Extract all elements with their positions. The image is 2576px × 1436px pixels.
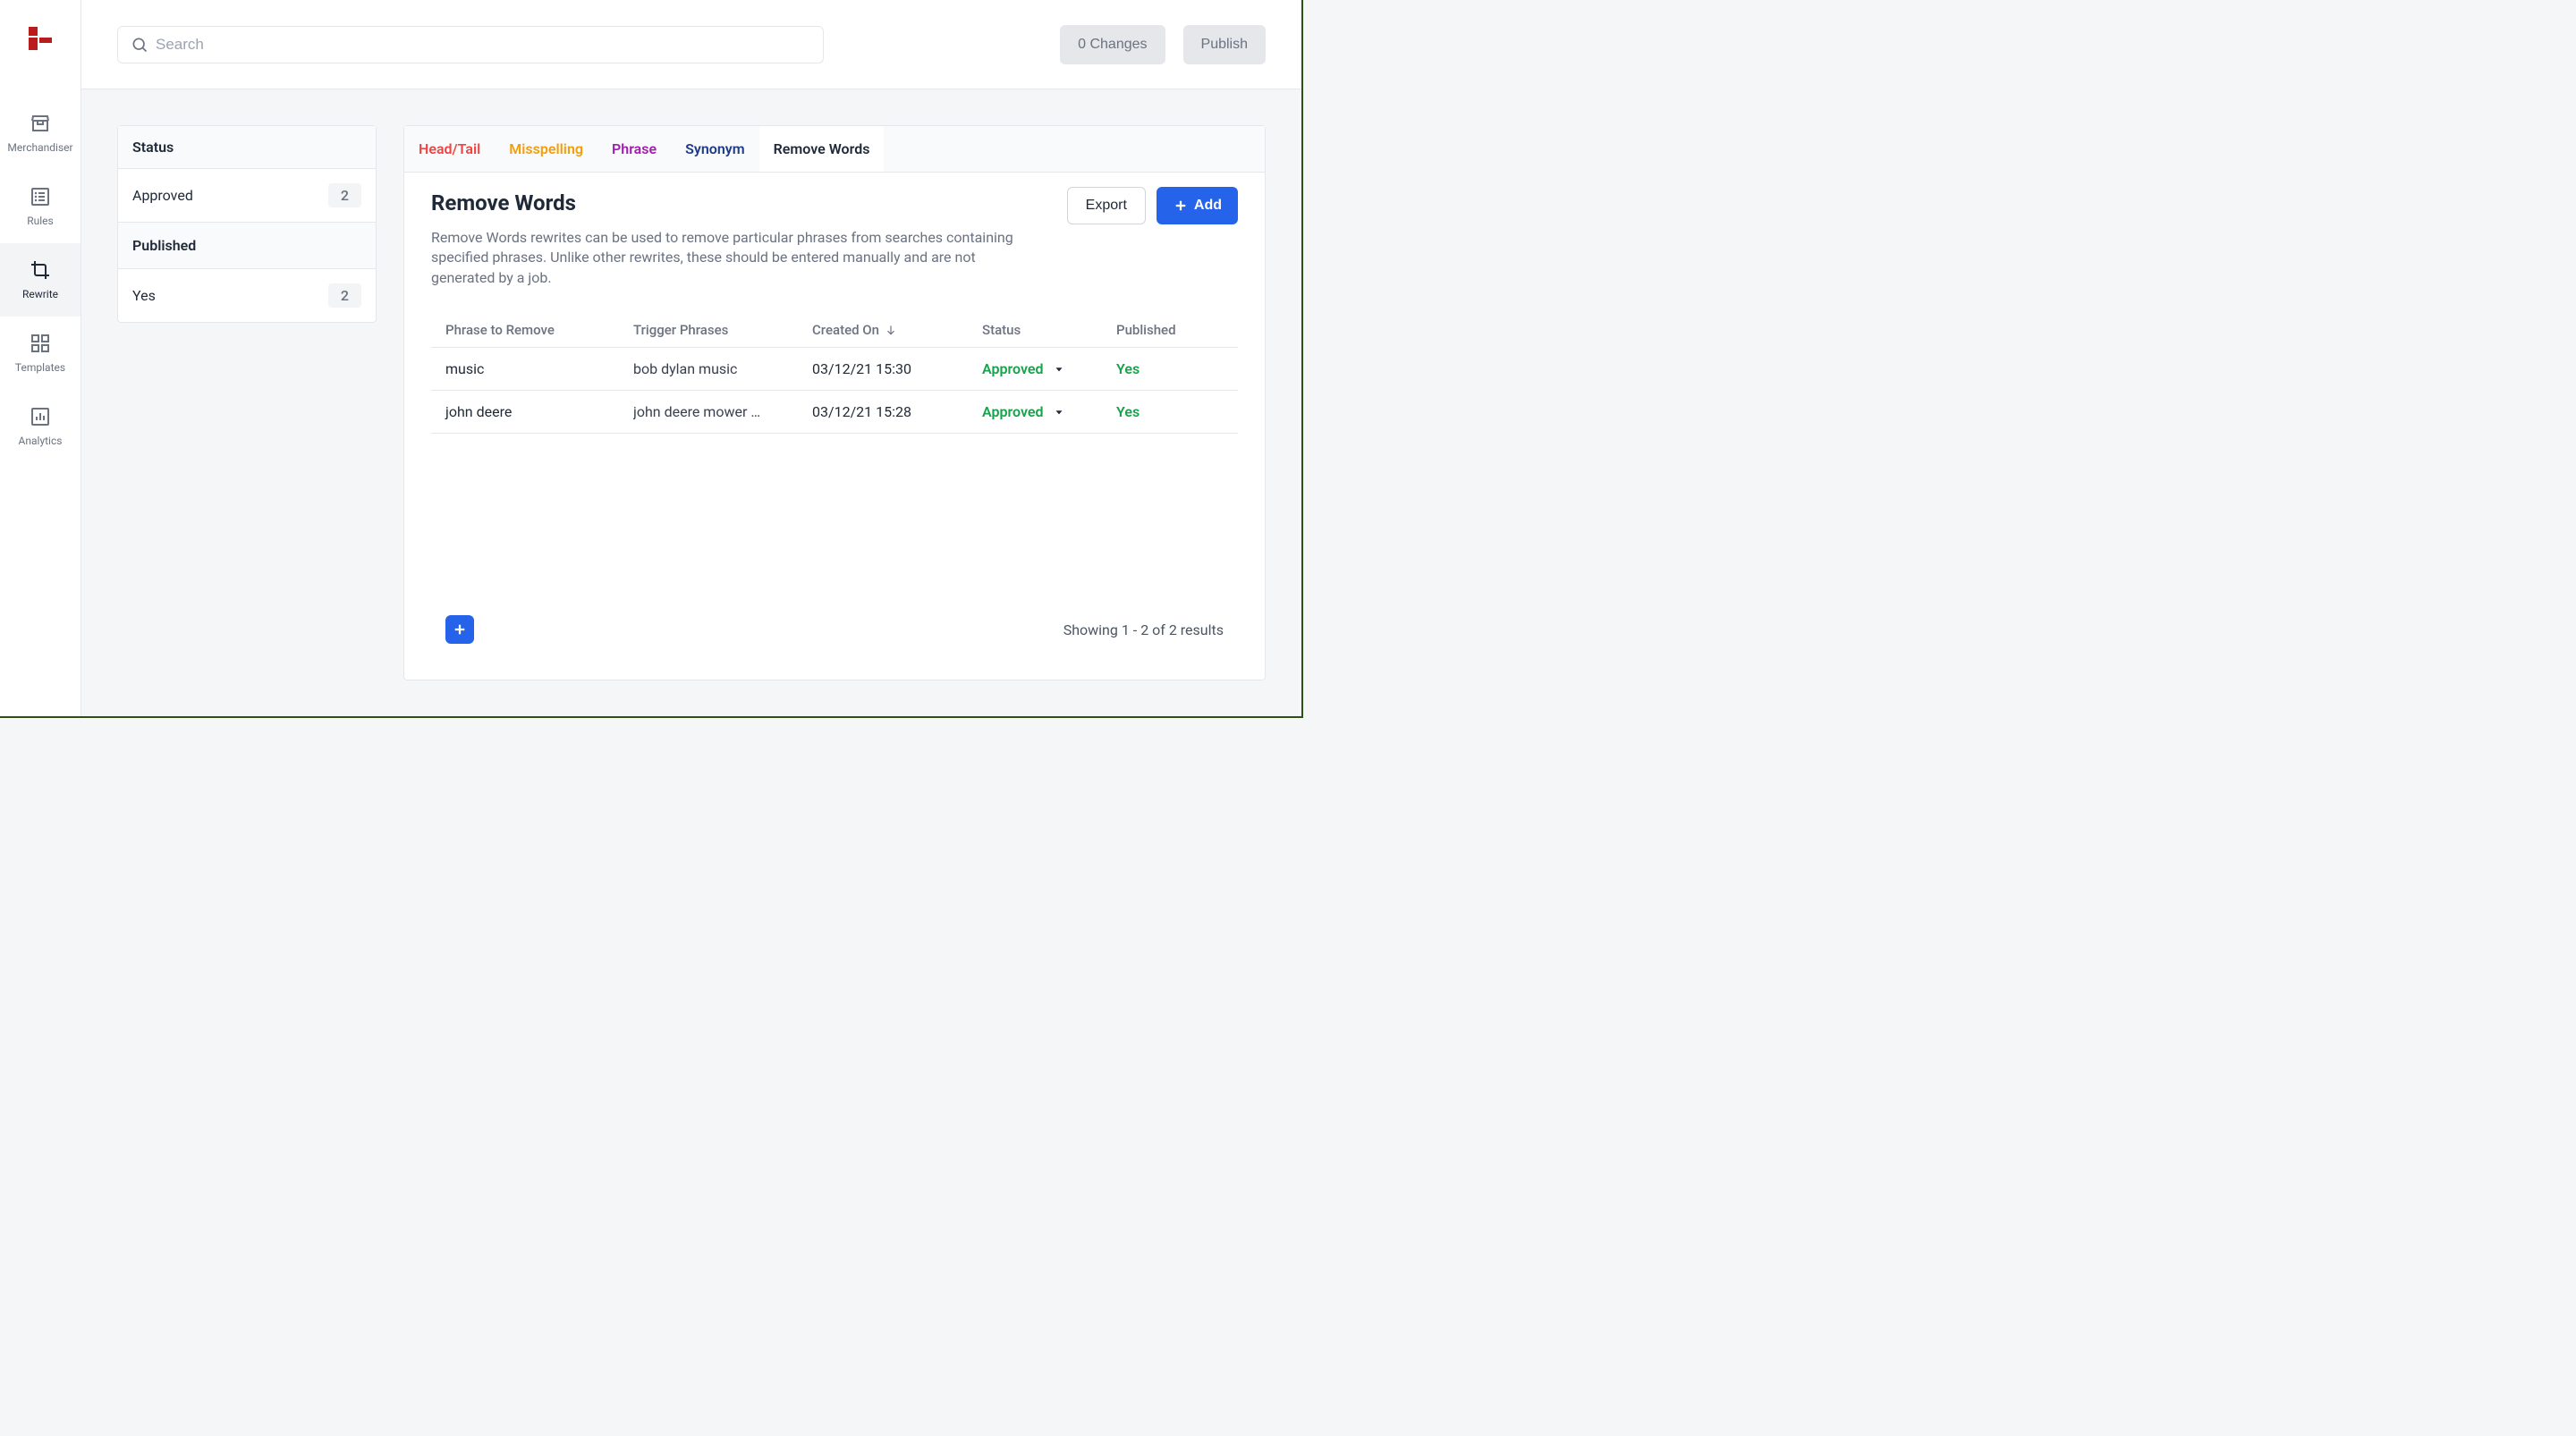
- chart-icon: [30, 406, 51, 427]
- grid-icon: [30, 333, 51, 354]
- sidebar-item-rules[interactable]: Rules: [0, 170, 80, 243]
- cell-created: 03/12/21 15:30: [812, 360, 982, 377]
- col-trigger[interactable]: Trigger Phrases: [633, 322, 812, 338]
- published-label: Yes: [132, 287, 156, 304]
- add-button[interactable]: Add: [1157, 187, 1238, 224]
- table-row[interactable]: john deere john deere mower … 03/12/21 1…: [431, 390, 1238, 434]
- tab-synonym[interactable]: Synonym: [671, 126, 758, 172]
- sort-down-icon: [885, 324, 897, 336]
- col-phrase[interactable]: Phrase to Remove: [445, 322, 633, 338]
- sidebar-item-label: Rules: [27, 215, 53, 227]
- plus-icon: [1173, 198, 1189, 214]
- crop-icon: [30, 259, 51, 281]
- sidebar-item-merchandiser[interactable]: Merchandiser: [0, 97, 80, 170]
- tab-phrase[interactable]: Phrase: [597, 126, 671, 172]
- tabs: Head/Tail Misspelling Phrase Synonym Rem…: [404, 126, 1265, 173]
- search-box[interactable]: [117, 26, 824, 63]
- main-panel: Head/Tail Misspelling Phrase Synonym Rem…: [403, 125, 1266, 680]
- sidebar-item-label: Templates: [15, 361, 65, 374]
- sidebar-item-label: Analytics: [19, 435, 63, 447]
- page-title: Remove Words: [431, 190, 1021, 215]
- publish-button[interactable]: Publish: [1183, 25, 1266, 64]
- chevron-down-icon: [1053, 363, 1065, 376]
- status-label: Approved: [132, 187, 193, 204]
- cell-phrase: music: [445, 360, 633, 377]
- changes-button[interactable]: 0 Changes: [1060, 25, 1165, 64]
- tab-remove-words[interactable]: Remove Words: [759, 126, 885, 172]
- cell-created: 03/12/21 15:28: [812, 403, 982, 420]
- cell-published: Yes: [1116, 403, 1224, 420]
- col-status[interactable]: Status: [982, 322, 1116, 338]
- cell-phrase: john deere: [445, 403, 633, 420]
- plus-icon: [452, 621, 468, 638]
- cell-trigger: john deere mower …: [633, 403, 812, 420]
- export-button[interactable]: Export: [1067, 187, 1146, 224]
- sidebar-item-label: Rewrite: [22, 288, 58, 300]
- published-row[interactable]: Yes 2: [118, 269, 376, 322]
- col-created[interactable]: Created On: [812, 322, 982, 338]
- header: 0 Changes Publish: [81, 0, 1301, 89]
- filter-panel: Status Approved 2 Published Yes 2: [117, 125, 377, 323]
- list-icon: [30, 186, 51, 207]
- cell-status[interactable]: Approved: [982, 403, 1116, 420]
- sidebar-item-templates[interactable]: Templates: [0, 317, 80, 390]
- cell-trigger: bob dylan music: [633, 360, 812, 377]
- results-text: Showing 1 - 2 of 2 results: [1063, 621, 1224, 638]
- published-header: Published: [132, 237, 196, 254]
- search-input[interactable]: [156, 36, 810, 54]
- published-count: 2: [328, 283, 361, 308]
- page-description: Remove Words rewrites can be used to rem…: [431, 228, 1021, 288]
- chevron-down-icon: [1053, 406, 1065, 418]
- logo: [27, 25, 54, 52]
- cell-published: Yes: [1116, 360, 1224, 377]
- status-header: Status: [118, 126, 376, 169]
- store-icon: [30, 113, 51, 134]
- sidebar: Merchandiser Rules Rewrite: [0, 0, 81, 716]
- status-row[interactable]: Approved 2: [118, 169, 376, 222]
- status-count: 2: [328, 183, 361, 207]
- sidebar-item-label: Merchandiser: [7, 141, 72, 154]
- rewrite-table: Phrase to Remove Trigger Phrases Created…: [431, 313, 1238, 434]
- sidebar-item-rewrite[interactable]: Rewrite: [0, 243, 80, 317]
- add-fab[interactable]: [445, 615, 474, 644]
- tab-misspelling[interactable]: Misspelling: [495, 126, 597, 172]
- cell-status[interactable]: Approved: [982, 360, 1116, 377]
- add-label: Add: [1194, 198, 1222, 214]
- sidebar-item-analytics[interactable]: Analytics: [0, 390, 80, 463]
- tab-head-tail[interactable]: Head/Tail: [404, 126, 495, 172]
- table-row[interactable]: music bob dylan music 03/12/21 15:30 App…: [431, 347, 1238, 390]
- search-icon: [131, 36, 148, 54]
- col-published[interactable]: Published: [1116, 322, 1224, 338]
